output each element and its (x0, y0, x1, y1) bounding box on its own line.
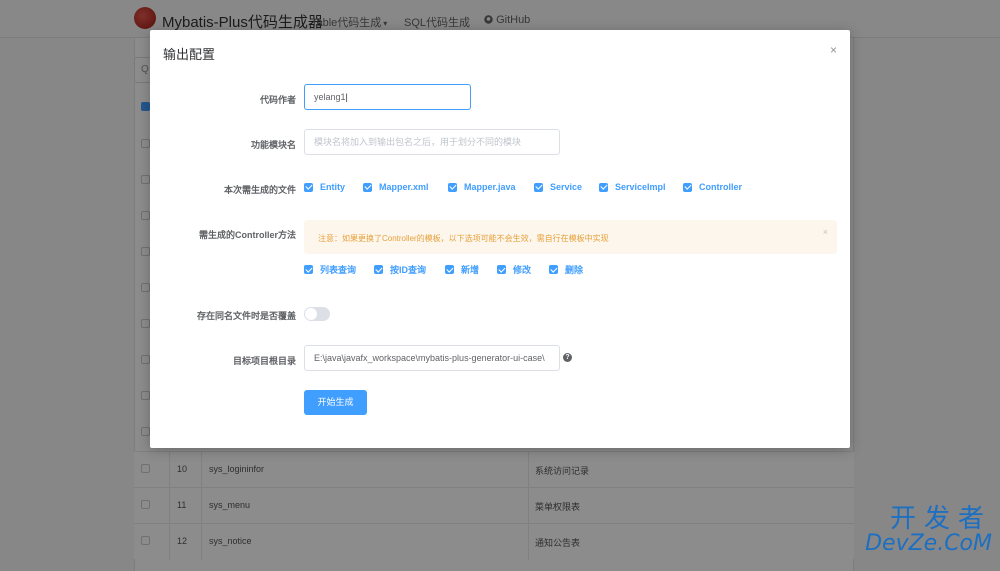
checkbox-checked-icon (363, 183, 372, 192)
watermark-line1: 开发者 (842, 505, 992, 533)
file-checkbox-serviceimpl[interactable]: ServiceImpl (599, 182, 666, 192)
file-checkbox-controller[interactable]: Controller (683, 182, 742, 192)
output-config-dialog: 输出配置 × 代码作者 yelang1| 功能模块名 模块名将加入到输出包名之后… (150, 30, 850, 448)
method-checkbox-add[interactable]: 新增 (445, 263, 479, 276)
checkbox-checked-icon (683, 183, 692, 192)
method-checkbox-update[interactable]: 修改 (497, 263, 531, 276)
watermark-line2: DevZe.CoM (842, 533, 992, 555)
checkbox-checked-icon (497, 265, 506, 274)
overwrite-toggle[interactable] (304, 307, 330, 321)
close-icon[interactable]: × (823, 227, 828, 237)
checkbox-checked-icon (304, 265, 313, 274)
method-checkbox-delete[interactable]: 删除 (549, 263, 583, 276)
checkbox-checked-icon (534, 183, 543, 192)
file-checkbox-service[interactable]: Service (534, 182, 582, 192)
help-icon[interactable]: ? (563, 353, 572, 362)
module-label: 功能模块名 (251, 138, 296, 151)
checkbox-checked-icon (445, 265, 454, 274)
dialog-title: 输出配置 (163, 44, 215, 63)
overwrite-label: 存在同名文件时是否覆盖 (197, 309, 296, 322)
toggle-knob (305, 308, 317, 320)
author-label: 代码作者 (260, 93, 296, 106)
author-input[interactable]: yelang1| (304, 84, 471, 110)
files-label: 本次需生成的文件 (224, 183, 296, 196)
method-checkbox-get-by-id[interactable]: 按ID查询 (374, 263, 426, 276)
alert-text: 注意：如果更换了Controller的模板，以下选项可能不会生效，需自行在模板中… (318, 233, 609, 244)
module-input[interactable]: 模块名将加入到输出包名之后，用于划分不同的模块 (304, 129, 560, 155)
checkbox-checked-icon (599, 183, 608, 192)
method-checkbox-list[interactable]: 列表查询 (304, 263, 356, 276)
target-dir-input[interactable]: E:\java\javafx_workspace\mybatis-plus-ge… (304, 345, 560, 371)
close-icon[interactable]: × (830, 43, 837, 57)
controller-methods-label: 需生成的Controller方法 (199, 228, 296, 241)
warning-alert: 注意：如果更换了Controller的模板，以下选项可能不会生效，需自行在模板中… (304, 220, 837, 254)
checkbox-checked-icon (374, 265, 383, 274)
site-watermark: 开发者 DevZe.CoM (842, 505, 992, 555)
file-checkbox-entity[interactable]: Entity (304, 182, 345, 192)
file-checkbox-mapper-xml[interactable]: Mapper.xml (363, 182, 429, 192)
start-generate-button[interactable]: 开始生成 (304, 390, 367, 415)
file-checkbox-mapper-java[interactable]: Mapper.java (448, 182, 516, 192)
checkbox-checked-icon (549, 265, 558, 274)
checkbox-checked-icon (448, 183, 457, 192)
checkbox-checked-icon (304, 183, 313, 192)
target-dir-label: 目标项目根目录 (233, 354, 296, 367)
